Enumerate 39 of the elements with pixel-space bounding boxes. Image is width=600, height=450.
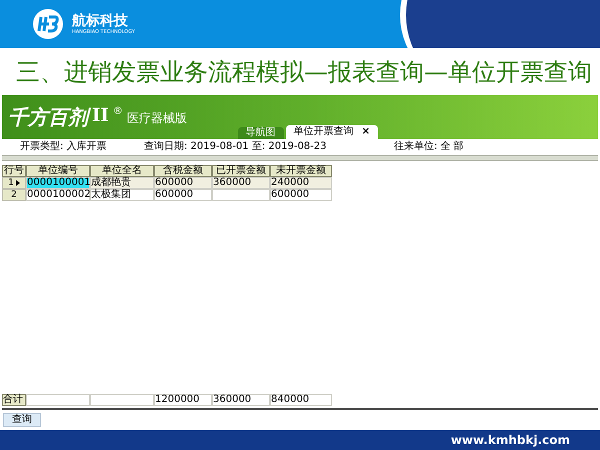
total-cell bbox=[90, 394, 154, 406]
slide-title: 三、进销发票业务流程模拟—报表查询—单位开票查询 bbox=[16, 56, 592, 88]
date-range-label: 查询日期: 2019-08-01 至: 2019-08-23 bbox=[144, 140, 328, 154]
total-label: 合计 bbox=[2, 394, 26, 406]
table-cell bbox=[212, 189, 270, 201]
column-header: 已开票金额 bbox=[212, 165, 270, 177]
registered-mark: ® bbox=[112, 107, 123, 117]
edition-label: 医疗器械版 bbox=[126, 110, 187, 127]
table-cell: 成都艳贵 bbox=[90, 177, 154, 189]
table-cell: 2 bbox=[11, 190, 17, 200]
logo-icon bbox=[32, 8, 64, 40]
table-cell: 600000 bbox=[154, 177, 212, 189]
column-header: 单位编号 bbox=[26, 165, 90, 177]
tab[interactable]: 导航图 bbox=[238, 127, 284, 139]
column-header: 含税金额 bbox=[154, 165, 212, 177]
table-cell: 600000 bbox=[270, 189, 332, 201]
column-header: 未开票金额 bbox=[270, 165, 332, 177]
close-icon[interactable]: × bbox=[362, 127, 370, 137]
invoice-type-label: 开票类型: 入库开票 bbox=[20, 140, 108, 154]
total-cell: 360000 bbox=[212, 394, 270, 406]
table-cell: 600000 bbox=[154, 189, 212, 201]
table-row[interactable]: 2 0000100002太极集团 600000 600000 bbox=[2, 189, 332, 201]
table-cell: 0000100002 bbox=[26, 189, 90, 201]
column-header: 单位全名 bbox=[90, 165, 154, 177]
table-cell: 360000 bbox=[212, 177, 270, 189]
partner-label: 往来单位: 全 部 bbox=[394, 140, 464, 154]
column-header: 行号 bbox=[2, 165, 26, 177]
brand-name: 航标科技 bbox=[72, 14, 129, 28]
footer-url: www.kmhbkj.com bbox=[450, 432, 570, 449]
edition-mark: II bbox=[92, 107, 109, 125]
table-cell: 1 bbox=[8, 178, 14, 188]
query-button[interactable]: 查询 bbox=[3, 413, 41, 427]
tab[interactable]: 单位开票查询 × bbox=[286, 125, 378, 139]
total-cell: 840000 bbox=[270, 394, 332, 406]
total-cell bbox=[26, 394, 90, 406]
total-cell: 1200000 bbox=[154, 394, 212, 406]
row-pointer-icon bbox=[16, 180, 20, 186]
table-cell: 太极集团 bbox=[90, 189, 154, 201]
table-cell: 240000 bbox=[270, 177, 332, 189]
